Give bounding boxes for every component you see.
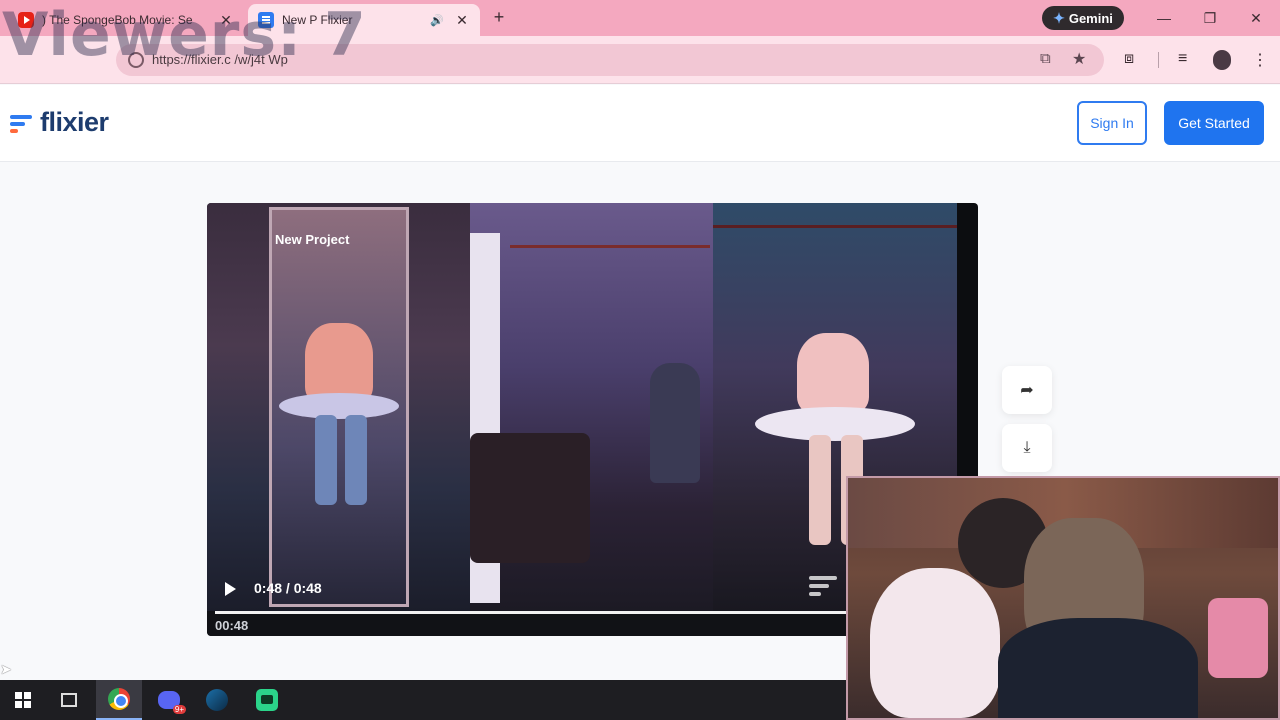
- webcam-overlay: [846, 476, 1280, 720]
- plush-toy: [870, 568, 1000, 718]
- taskbar-steam[interactable]: [194, 680, 240, 720]
- site-header: flixier Sign In Get Started: [0, 85, 1280, 162]
- toolbar-divider: [1158, 52, 1159, 68]
- bot-app-icon: [256, 689, 278, 711]
- dancer-figure: [305, 323, 373, 403]
- tutu-shape: [755, 407, 915, 441]
- taskbar-discord[interactable]: 9+: [146, 680, 192, 720]
- discord-icon: 9+: [158, 691, 186, 714]
- share-icon: ➦: [1020, 382, 1034, 399]
- dancer-legs: [315, 415, 337, 505]
- decor-shape: [1208, 598, 1268, 678]
- gemini-sparkle-icon: ✦: [1053, 9, 1065, 26]
- close-window-button[interactable]: ✕: [1244, 6, 1268, 30]
- dancer-legs: [345, 415, 367, 505]
- project-title: New Project: [275, 232, 350, 247]
- dancer-legs: [809, 435, 831, 545]
- windows-taskbar: 9+: [0, 680, 846, 720]
- minimize-button[interactable]: —: [1152, 6, 1176, 30]
- logo-text: flixier: [40, 107, 109, 137]
- bookmark-star-icon[interactable]: ★: [1072, 49, 1086, 69]
- start-button[interactable]: [0, 680, 46, 720]
- get-started-button[interactable]: Get Started: [1164, 101, 1264, 145]
- play-icon[interactable]: [225, 582, 236, 596]
- timeline-time: 00:48: [215, 618, 249, 633]
- taskbar-bot-app[interactable]: [244, 680, 290, 720]
- tab-close-icon[interactable]: ✕: [454, 12, 470, 29]
- task-view-button[interactable]: [46, 680, 92, 720]
- person-hoodie: [998, 618, 1198, 718]
- gemini-button[interactable]: ✦ Gemini: [1042, 6, 1124, 30]
- taskbar-chrome[interactable]: [96, 680, 142, 720]
- mouse-cursor-icon: ➤: [0, 661, 12, 677]
- extensions-icon[interactable]: ⧈: [1124, 50, 1134, 68]
- couch-shape: [470, 433, 590, 563]
- viewers-overlay: Viewers: 7: [2, 0, 367, 70]
- task-view-icon: [61, 693, 77, 707]
- install-app-icon[interactable]: ⧉: [1040, 50, 1051, 67]
- steam-icon: [206, 689, 228, 711]
- wall-trim: [713, 225, 957, 228]
- flixier-watermark-icon: [809, 573, 839, 599]
- sign-in-button[interactable]: Sign In: [1077, 101, 1147, 145]
- restore-button[interactable]: ❐: [1198, 6, 1222, 30]
- flixier-logo-icon: [10, 112, 32, 134]
- profile-avatar[interactable]: [1213, 50, 1231, 70]
- audio-playing-icon[interactable]: 🔊: [430, 14, 444, 27]
- screen: ) The SpongeBob Movie: Se ✕ New P Flixie…: [0, 0, 1280, 720]
- dancer-figure: [797, 333, 869, 413]
- share-button[interactable]: ➦: [1002, 366, 1052, 414]
- dancer-figure: [650, 363, 700, 483]
- gemini-label: Gemini: [1068, 10, 1113, 26]
- media-controls-icon[interactable]: ≡: [1178, 50, 1187, 68]
- tutu-shape: [279, 393, 399, 419]
- download-icon: ⤓: [1023, 439, 1031, 456]
- browser-menu-icon[interactable]: ⋮: [1252, 50, 1268, 70]
- new-tab-button[interactable]: +: [488, 6, 510, 28]
- wall-trim: [510, 245, 710, 248]
- windows-logo-icon: [15, 692, 31, 708]
- chrome-icon: [108, 688, 130, 710]
- playback-time: 0:48 / 0:48: [254, 580, 322, 596]
- download-button[interactable]: ⤓: [1002, 424, 1052, 472]
- video-frame-middle: [470, 203, 713, 611]
- flixier-logo[interactable]: flixier: [10, 107, 109, 138]
- video-frame-left: New Project: [207, 203, 470, 611]
